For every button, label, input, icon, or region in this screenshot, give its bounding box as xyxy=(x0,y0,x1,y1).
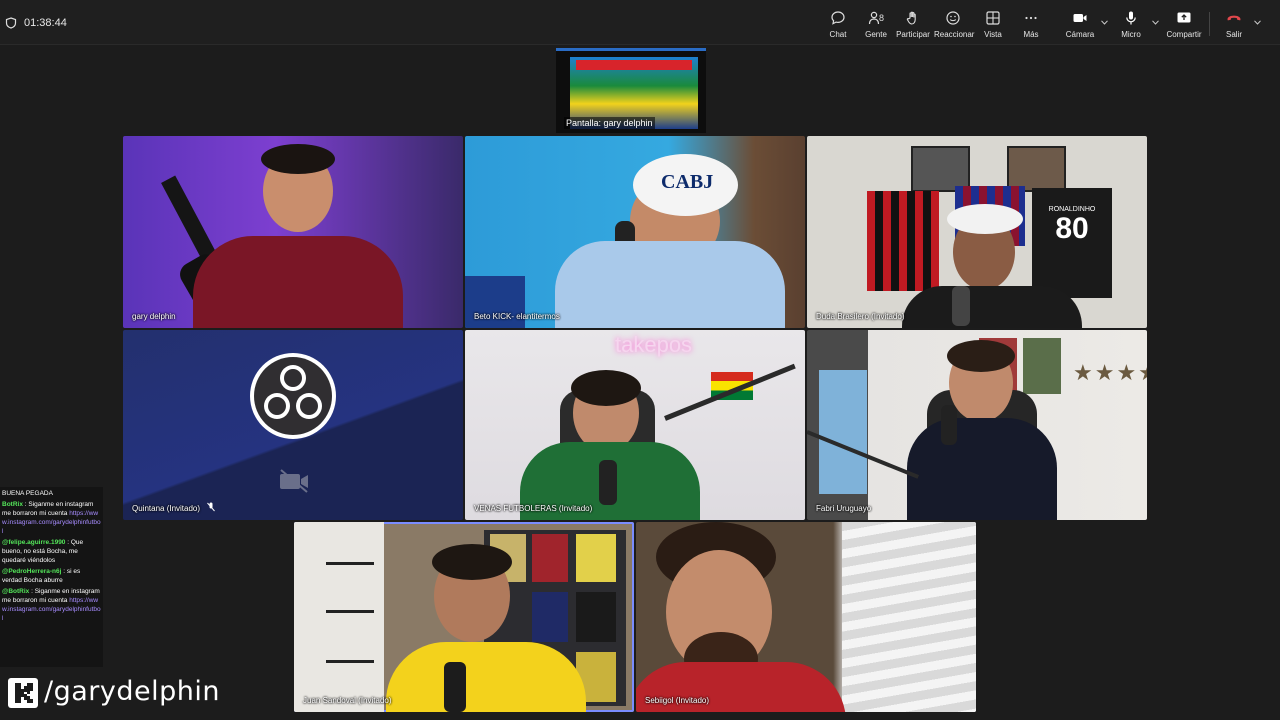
jersey-red-black xyxy=(867,191,939,291)
chat-label: Chat xyxy=(829,30,847,39)
video-tile[interactable]: Juan Sandoval (Invitado) xyxy=(294,522,634,712)
participant-name: Duda Brasilero (Invitado) xyxy=(816,312,905,321)
chat-message: @PedroHerrera-n6j : si es verdad Bocha a… xyxy=(2,567,101,585)
chat-message: @felipe.aguirre.1990 : Que bueno, no est… xyxy=(2,538,101,565)
mic-muted-icon xyxy=(207,502,215,512)
camera-label: Cámara xyxy=(1065,30,1095,39)
person-jersey xyxy=(193,236,403,328)
jersey-black: RONALDINHO 80 xyxy=(1032,188,1112,298)
react-label: Reaccionar xyxy=(934,30,975,39)
leave-label: Salir xyxy=(1225,30,1242,39)
screen-share-thumbnail[interactable]: Pantalla: gary delphin xyxy=(556,48,706,133)
microphone xyxy=(941,405,957,445)
react-button[interactable]: Reaccionar xyxy=(934,10,975,42)
participant-name: Fabri Uruguayo xyxy=(816,504,872,513)
chat-message: BotRix : Siganme en instagram me borraro… xyxy=(2,500,101,536)
hang-up-icon xyxy=(1227,15,1241,21)
person-shirt xyxy=(555,241,785,328)
video-tile[interactable]: Sebiigol (Invitado) xyxy=(636,522,976,712)
chat-icon xyxy=(831,11,845,25)
leave-options-chevron-icon[interactable] xyxy=(1254,20,1261,25)
person-shirt xyxy=(907,418,1057,520)
jersey-number: 80 xyxy=(1055,212,1089,245)
person-hair xyxy=(432,544,512,580)
person-hair xyxy=(571,370,641,406)
shelf-wall xyxy=(294,522,384,712)
share-button[interactable]: Compartir xyxy=(1164,10,1204,42)
video-tile[interactable]: Quintana (Invitado) xyxy=(123,330,463,520)
person-shirt xyxy=(902,286,1082,328)
camera-icon xyxy=(1073,14,1087,22)
meeting-toolbar: 01:38:44 Chat 8 Gente Participar Reaccio… xyxy=(0,0,1280,45)
mic-button[interactable]: Micro xyxy=(1115,10,1147,42)
video-tile[interactable]: takepos VENAS FUTBOLERAS (Invitado) xyxy=(465,330,805,520)
people-count: 8 xyxy=(879,13,885,23)
window-blinds xyxy=(842,522,976,712)
chat-username: @PedroHerrera-n6j xyxy=(2,568,62,575)
stars-decoration: ★★★★ xyxy=(1073,360,1147,385)
mic-label: Micro xyxy=(1121,30,1141,39)
camera-options-chevron-icon[interactable] xyxy=(1101,20,1108,25)
view-label: Vista xyxy=(984,30,1002,39)
video-tile[interactable]: gary delphin xyxy=(123,136,463,328)
neon-sign: takepos xyxy=(615,332,693,357)
participant-name: Quintana (Invitado) xyxy=(132,504,201,513)
screen-share-label: Pantalla: gary delphin xyxy=(564,117,655,129)
mic-options-chevron-icon[interactable] xyxy=(1152,20,1159,25)
grid-view-icon xyxy=(986,11,1000,25)
stream-chat-overlay: BUENA PEGADA BotRix : Siganme en instagr… xyxy=(0,487,103,667)
obs-logo-icon xyxy=(250,353,336,439)
raise-hand-button[interactable]: Participar xyxy=(896,10,930,42)
camera-off-icon xyxy=(280,469,308,493)
view-button[interactable]: Vista xyxy=(978,10,1008,42)
shield-icon xyxy=(5,17,17,29)
shelf xyxy=(326,562,374,565)
emoji-icon xyxy=(946,11,960,25)
participant-name: VENAS FUTBOLERAS (Invitado) xyxy=(474,504,593,513)
camera-button[interactable]: Cámara xyxy=(1062,10,1098,42)
more-button[interactable]: Más xyxy=(1016,10,1046,42)
cap xyxy=(947,204,1023,234)
more-label: Más xyxy=(1023,30,1039,39)
chat-button[interactable]: Chat xyxy=(822,10,854,42)
microphone xyxy=(599,460,617,505)
share-screen-icon xyxy=(1177,12,1191,23)
leave-button[interactable]: Salir xyxy=(1220,10,1248,42)
shelf xyxy=(326,610,374,613)
meeting-timer: 01:38:44 xyxy=(24,17,67,29)
video-tile[interactable]: RONALDINHO 80 Duda Brasilero (Invitado) xyxy=(807,136,1147,328)
video-tile[interactable]: ★★★★ Fabri Uruguayo xyxy=(807,330,1147,520)
chat-text: BUENA PEGADA xyxy=(2,490,53,497)
cap-text: CABJ xyxy=(661,171,714,193)
video-tile[interactable]: CABJ Beto KICK- elantitermos xyxy=(465,136,805,328)
chat-username: @felipe.aguirre.1990 xyxy=(2,539,66,546)
shared-screen-banner xyxy=(576,60,692,70)
person-jersey xyxy=(386,642,586,712)
toolbar-divider xyxy=(1209,12,1210,36)
raise-label: Participar xyxy=(896,30,930,39)
chat-username: BotRix xyxy=(2,501,23,508)
person-hair xyxy=(947,340,1015,372)
chat-username: @BotRix xyxy=(2,588,30,595)
microphone xyxy=(444,662,466,712)
chat-message: @BotRix : Siganme en instagram me borrar… xyxy=(2,587,101,623)
microphone xyxy=(952,286,970,326)
kick-logo-icon xyxy=(8,678,38,708)
people-label: Gente xyxy=(865,30,887,39)
player-poster xyxy=(819,370,867,494)
shelf xyxy=(326,660,374,663)
person-hair xyxy=(261,144,335,174)
hand-icon xyxy=(906,11,916,25)
share-label: Compartir xyxy=(1166,30,1202,39)
participant-name: gary delphin xyxy=(132,312,176,321)
wall-poster xyxy=(1023,338,1061,394)
more-icon xyxy=(1025,16,1037,20)
people-button[interactable]: 8 Gente xyxy=(860,10,892,42)
participant-name: Beto KICK- elantitermos xyxy=(474,312,560,321)
microphone-icon xyxy=(1126,11,1136,25)
participant-name: Sebiigol (Invitado) xyxy=(645,696,710,705)
participant-name: Juan Sandoval (Invitado) xyxy=(303,696,392,705)
channel-handle: /garydelphin xyxy=(44,676,220,707)
chat-message: BUENA PEGADA xyxy=(2,489,101,498)
